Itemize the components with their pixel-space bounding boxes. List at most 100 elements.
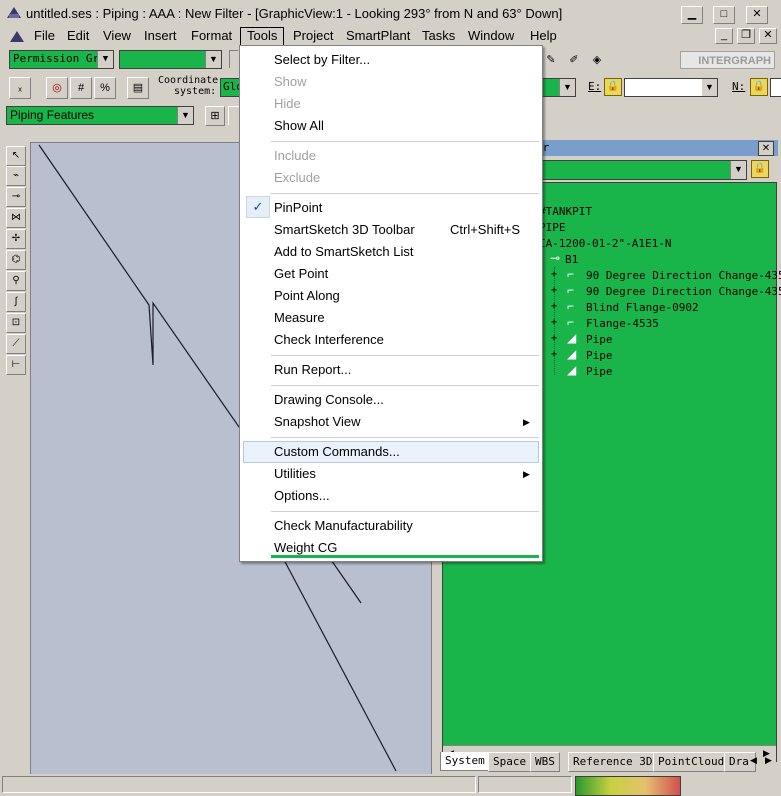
close-button[interactable]: ✕ [746, 6, 768, 24]
menu-item-select-by-filter[interactable]: Select by Filter... [274, 52, 370, 67]
menu-item-measure[interactable]: Measure [274, 310, 325, 325]
menu-item-options[interactable]: Options... [274, 488, 330, 503]
toolbar-button-partial[interactable] [228, 106, 239, 125]
tree-item[interactable]: Blind Flange-0902 [586, 301, 699, 314]
tree-item[interactable]: 90 Degree Direction Change-4357 [586, 285, 781, 298]
tool-icon-c[interactable]: ◈ [587, 50, 607, 70]
insert-slope-icon[interactable]: ⟋ [6, 334, 26, 354]
menu-item-show[interactable]: Show [274, 74, 307, 89]
tree-item[interactable]: 90 Degree Direction Change-4355 [586, 269, 781, 282]
tab-scroll-right-icon[interactable]: ▶ [765, 755, 772, 766]
menu-tasks[interactable]: Tasks [416, 27, 461, 45]
expand-icon[interactable]: + [551, 317, 557, 328]
menu-item-snapshot-view[interactable]: Snapshot View [274, 414, 361, 429]
expand-icon[interactable]: + [551, 269, 557, 280]
menu-item-point-along[interactable]: Point Along [274, 288, 340, 303]
n-lock-icon[interactable]: 🔒 [750, 78, 768, 96]
explorer-lock-icon[interactable]: 🔒 [751, 160, 769, 178]
tab-wbs[interactable]: WBS [530, 752, 560, 772]
target-icon[interactable]: ◎ [46, 77, 68, 99]
grid-icon[interactable]: # [70, 77, 92, 99]
chevron-down-icon[interactable]: ▼ [177, 107, 193, 124]
cancel-select-icon[interactable]: ₓ [9, 77, 31, 99]
chevron-down-icon[interactable]: ▼ [559, 79, 575, 96]
menu-help[interactable]: Help [524, 27, 563, 45]
tree-item[interactable]: Flange-4535 [586, 317, 659, 330]
doc-icon[interactable] [9, 29, 25, 43]
tool-icon-b[interactable]: ✐ [564, 50, 584, 70]
menu-smartplant[interactable]: SmartPlant [340, 27, 416, 45]
menu-item-add-to-smartsketch-list[interactable]: Add to SmartSketch List [274, 244, 413, 259]
menu-item-weight-cg[interactable]: Weight CG [274, 540, 337, 555]
app-icon[interactable] [6, 5, 22, 19]
maximize-button[interactable]: □ [713, 6, 735, 24]
tab-scroll-left-icon[interactable]: ◀ [750, 755, 757, 766]
menu-item-check-interference[interactable]: Check Interference [274, 332, 384, 347]
insert-tap-icon[interactable]: ✢ [6, 229, 26, 249]
expand-icon[interactable]: + [551, 349, 557, 360]
chevron-down-icon[interactable]: ▼ [205, 51, 221, 68]
menu-project[interactable]: Project [287, 27, 339, 45]
tree-item[interactable]: B1 [565, 253, 578, 266]
minimize-button[interactable]: ▁ [681, 6, 703, 24]
tree-item[interactable]: Pipe [586, 349, 613, 362]
insert-split-icon[interactable]: ⊡ [6, 313, 26, 333]
e-lock-icon[interactable]: 🔒 [604, 78, 622, 96]
child-restore-button[interactable]: ❐ [737, 28, 755, 44]
print-icon[interactable]: ▤ [127, 77, 149, 99]
tree-item[interactable]: #TANKPIT [539, 205, 592, 218]
menu-item-exclude[interactable]: Exclude [274, 170, 320, 185]
menu-item-check-manufacturability[interactable]: Check Manufacturability [274, 518, 413, 533]
close-icon[interactable]: ✕ [758, 141, 774, 156]
percent-icon[interactable]: % [94, 77, 116, 99]
toolbar-button-partial[interactable] [229, 50, 238, 68]
coordinate-field[interactable]: ▼ [541, 78, 576, 97]
child-close-button[interactable]: ✕ [759, 28, 777, 44]
child-minimize-button[interactable]: _ [715, 28, 733, 44]
menu-item-pinpoint[interactable]: PinPoint [274, 200, 322, 215]
tab-pointcloud[interactable]: PointCloud [653, 752, 730, 772]
e-input[interactable]: ▼ [624, 78, 718, 97]
tool-icon-a[interactable]: ✎ [541, 50, 561, 70]
tab-reference-3d[interactable]: Reference 3D [568, 752, 658, 772]
tree-item[interactable]: Pipe [586, 333, 613, 346]
menu-file[interactable]: File [28, 27, 61, 45]
tab-system[interactable]: System [440, 752, 490, 771]
menu-item-show-all[interactable]: Show All [274, 118, 324, 133]
expand-icon[interactable]: + [551, 333, 557, 344]
insert-weld-icon[interactable]: ⊢ [6, 355, 26, 375]
menu-item-smartsketch-toolbar[interactable]: SmartSketch 3D Toolbar [274, 222, 415, 237]
menu-edit[interactable]: Edit [61, 27, 95, 45]
menu-item-custom-commands[interactable]: Custom Commands... [274, 444, 400, 459]
menu-item-hide[interactable]: Hide [274, 96, 301, 111]
menu-format[interactable]: Format [185, 27, 238, 45]
menu-item-drawing-console[interactable]: Drawing Console... [274, 392, 384, 407]
n-input[interactable] [770, 78, 781, 97]
chevron-down-icon[interactable]: ▼ [702, 79, 717, 96]
menu-insert[interactable]: Insert [138, 27, 183, 45]
insert-component-icon[interactable]: ⊸ [6, 187, 26, 207]
menu-item-include[interactable]: Include [274, 148, 316, 163]
coordinate-system-combo[interactable]: Glo [220, 78, 240, 97]
menu-window[interactable]: Window [462, 27, 520, 45]
select-mode-icon[interactable]: ⊞ [205, 106, 225, 126]
menu-tools[interactable]: Tools [240, 27, 285, 47]
route-pipe-icon[interactable]: ⌁ [6, 166, 26, 186]
chevron-down-icon[interactable]: ▼ [97, 51, 113, 68]
select-arrow-icon[interactable]: ↖ [6, 146, 26, 166]
insert-instrument-icon[interactable]: ⌬ [6, 250, 26, 270]
filter-combo[interactable]: ▼ [119, 50, 222, 69]
tab-space[interactable]: Space [488, 752, 532, 772]
insert-support-icon[interactable]: ⚲ [6, 271, 26, 291]
menu-item-get-point[interactable]: Get Point [274, 266, 328, 281]
expand-icon[interactable]: + [551, 285, 557, 296]
chevron-down-icon[interactable]: ▼ [730, 161, 746, 179]
tree-item[interactable]: Pipe [586, 365, 613, 378]
task-combo[interactable]: Piping Features ▼ [6, 106, 194, 125]
insert-specialty-icon[interactable]: ⋈ [6, 208, 26, 228]
menu-view[interactable]: View [97, 27, 137, 45]
tree-item[interactable]: IA-1200-01-2"-A1E1-N [539, 237, 671, 250]
menu-item-utilities[interactable]: Utilities [274, 466, 316, 481]
permission-group-combo[interactable]: Permission Gro ▼ [9, 50, 114, 69]
insert-flange-icon[interactable]: ∫ [6, 292, 26, 312]
